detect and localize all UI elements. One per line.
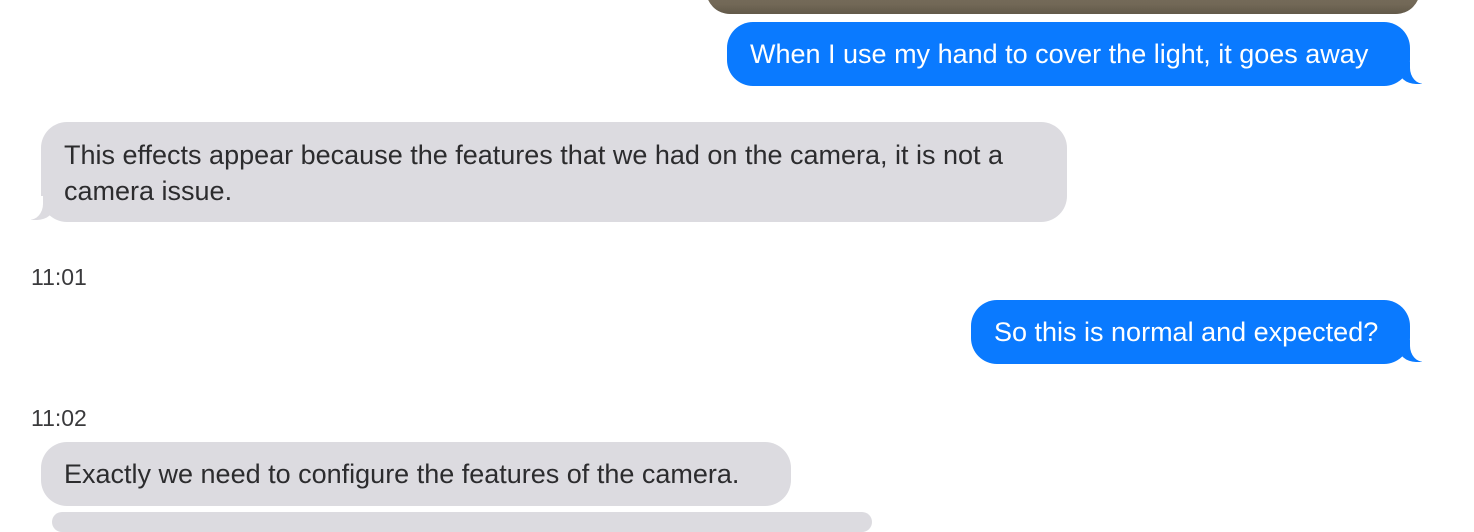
- timestamp: 11:02: [31, 405, 87, 431]
- received-message-bubble[interactable]: Exactly we need to configure the feature…: [41, 442, 791, 506]
- bubble-tail: [1398, 338, 1432, 362]
- message-text: When I use my hand to cover the light, i…: [750, 39, 1369, 69]
- sent-message-bubble[interactable]: So this is normal and expected?: [971, 300, 1410, 364]
- timestamp: 11:01: [31, 264, 87, 290]
- message-text: Exactly we need to configure the feature…: [64, 459, 740, 489]
- received-message-bubble-partial[interactable]: [52, 512, 872, 532]
- sent-message-bubble[interactable]: When I use my hand to cover the light, i…: [727, 22, 1410, 86]
- bubble-tail: [1398, 60, 1432, 84]
- message-text: This effects appear because the features…: [64, 140, 1004, 206]
- image-attachment[interactable]: [706, 0, 1420, 14]
- received-message-bubble[interactable]: This effects appear because the features…: [41, 122, 1067, 222]
- message-text: So this is normal and expected?: [994, 317, 1379, 347]
